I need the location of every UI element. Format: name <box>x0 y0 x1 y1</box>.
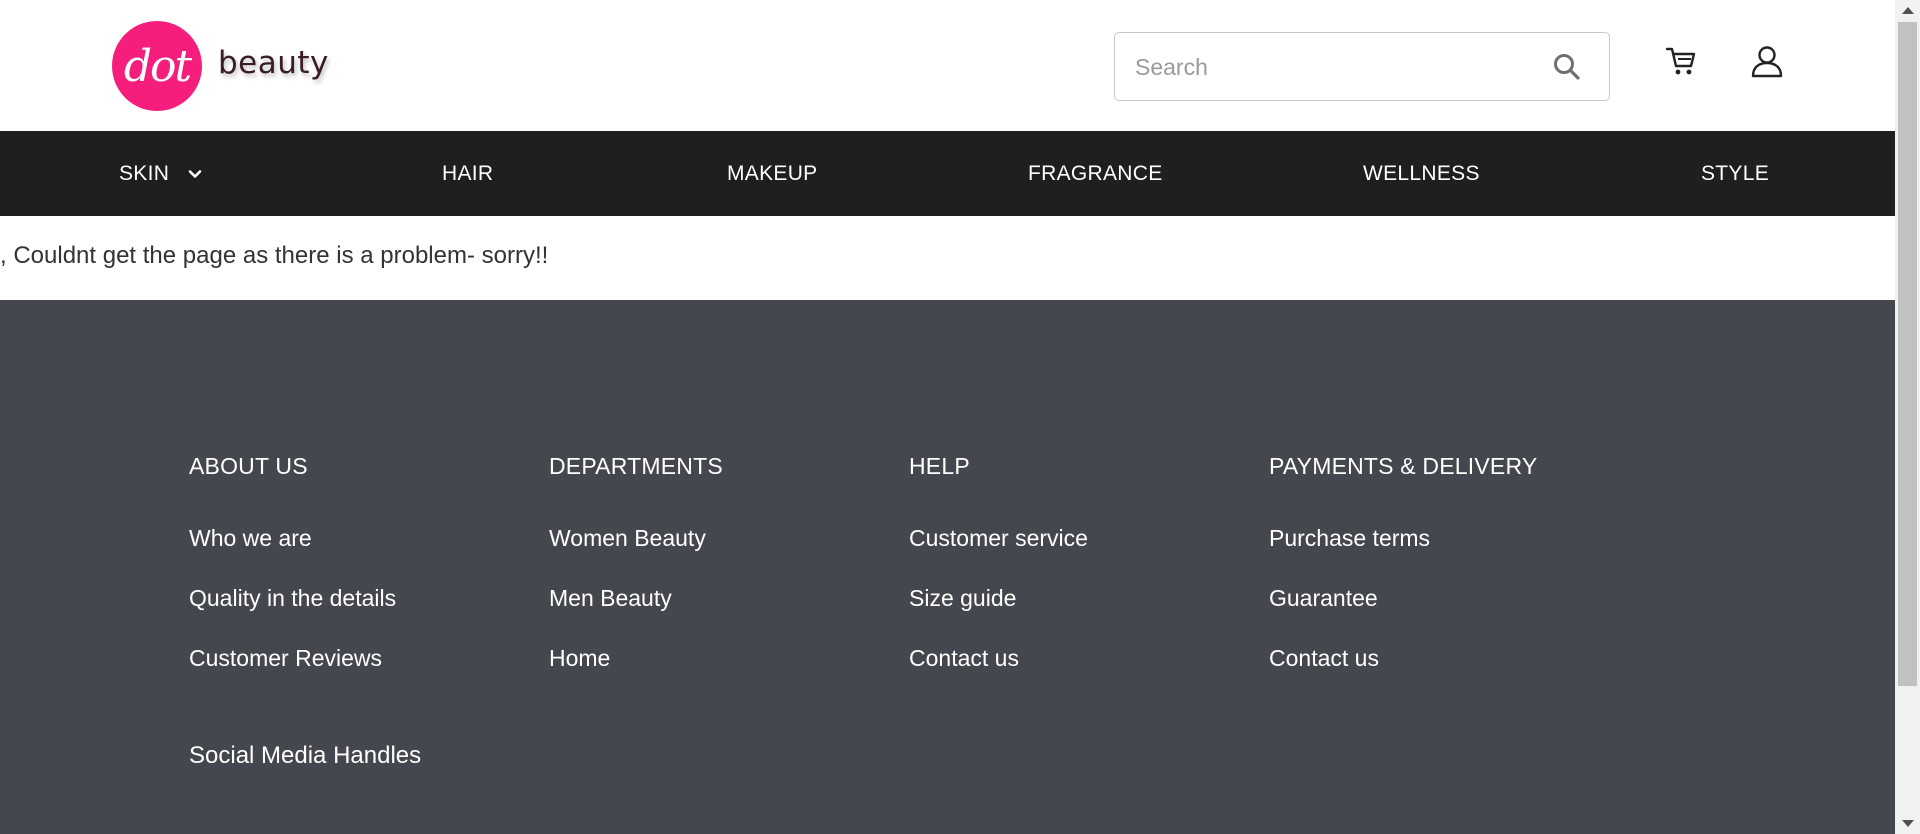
search-box <box>1114 32 1610 101</box>
footer-link[interactable]: Guarantee <box>1269 585 1537 645</box>
user-icon[interactable] <box>1750 44 1784 78</box>
nav-item-label: WELLNESS <box>1363 161 1480 185</box>
footer-link[interactable]: Quality in the details <box>189 585 396 645</box>
chevron-down-icon <box>188 169 202 178</box>
site-footer: ABOUT US Who we are Quality in the detai… <box>0 300 1895 834</box>
nav-item-fragrance[interactable]: FRAGRANCE <box>1028 131 1163 216</box>
main-nav: SKIN HAIR MAKEUP FRAGRANCE WELLNESS STYL… <box>0 131 1895 216</box>
nav-item-hair[interactable]: HAIR <box>442 131 493 216</box>
nav-item-skin[interactable]: SKIN <box>119 131 203 216</box>
brand-name: beauty <box>218 45 329 81</box>
footer-heading: HELP <box>909 453 970 479</box>
footer-heading: DEPARTMENTS <box>549 453 723 479</box>
brand-logo[interactable]: dot beauty <box>112 21 329 111</box>
social-media-heading: Social Media Handles <box>189 742 422 769</box>
footer-heading: ABOUT US <box>189 453 308 479</box>
footer-column-departments: DEPARTMENTS Women Beauty Men Beauty Home <box>549 453 723 705</box>
search-input[interactable] <box>1135 51 1535 83</box>
scroll-down-arrow-icon[interactable] <box>1902 820 1914 827</box>
error-message: , Couldnt get the page as there is a pro… <box>0 242 549 269</box>
footer-link[interactable]: Purchase terms <box>1269 525 1537 585</box>
footer-heading: PAYMENTS & DELIVERY <box>1269 453 1538 479</box>
scroll-up-arrow-icon[interactable] <box>1902 7 1914 14</box>
footer-column-payments: PAYMENTS & DELIVERY Purchase terms Guara… <box>1269 453 1537 705</box>
footer-link[interactable]: Women Beauty <box>549 525 723 585</box>
vertical-scrollbar[interactable] <box>1895 0 1920 834</box>
nav-item-label: SKIN <box>119 161 170 185</box>
nav-item-label: STYLE <box>1701 161 1770 185</box>
nav-item-label: MAKEUP <box>727 161 818 185</box>
footer-column-about: ABOUT US Who we are Quality in the detai… <box>189 453 396 705</box>
footer-link[interactable]: Home <box>549 645 723 705</box>
footer-column-help: HELP Customer service Size guide Contact… <box>909 453 1088 705</box>
footer-link[interactable]: Contact us <box>909 645 1088 705</box>
site-header: dot beauty <box>0 0 1895 131</box>
footer-link[interactable]: Customer service <box>909 525 1088 585</box>
logo-badge: dot <box>112 21 202 111</box>
search-icon[interactable] <box>1551 51 1583 83</box>
footer-link[interactable]: Men Beauty <box>549 585 723 645</box>
nav-item-style[interactable]: STYLE <box>1701 131 1769 216</box>
error-message-bar: , Couldnt get the page as there is a pro… <box>0 216 1895 300</box>
cart-icon[interactable] <box>1664 44 1698 78</box>
footer-link[interactable]: Who we are <box>189 525 396 585</box>
nav-item-label: HAIR <box>442 161 494 185</box>
nav-item-label: FRAGRANCE <box>1028 161 1163 185</box>
nav-item-wellness[interactable]: WELLNESS <box>1363 131 1480 216</box>
scrollbar-thumb[interactable] <box>1898 22 1917 686</box>
footer-link[interactable]: Size guide <box>909 585 1088 645</box>
nav-item-makeup[interactable]: MAKEUP <box>727 131 818 216</box>
footer-link[interactable]: Customer Reviews <box>189 645 396 705</box>
footer-link[interactable]: Contact us <box>1269 645 1537 705</box>
